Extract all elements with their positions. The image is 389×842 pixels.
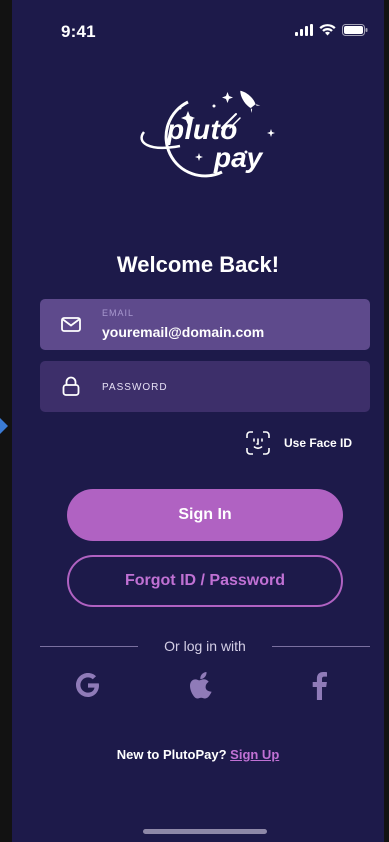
forgot-password-button[interactable]: Forgot ID / Password xyxy=(67,555,343,607)
divider-line-right xyxy=(272,646,370,647)
google-login-button[interactable] xyxy=(72,668,104,702)
lock-icon xyxy=(62,376,80,396)
status-time: 9:41 xyxy=(61,22,96,41)
facebook-login-button[interactable] xyxy=(303,668,335,702)
battery-icon xyxy=(342,24,368,36)
face-id-button[interactable]: Use Face ID xyxy=(246,431,352,455)
home-indicator[interactable] xyxy=(143,829,267,834)
apple-icon xyxy=(190,672,212,699)
sign-up-link[interactable]: Sign Up xyxy=(230,747,279,762)
plutopay-logo: pluto pay xyxy=(130,80,280,180)
email-label: EMAIL xyxy=(102,308,135,318)
face-id-label: Use Face ID xyxy=(284,436,353,450)
mail-icon xyxy=(61,317,81,332)
pointer-indicator-icon xyxy=(0,418,8,434)
status-bar: 9:41 xyxy=(12,0,384,60)
password-field[interactable]: PASSWORD xyxy=(40,361,370,412)
sign-in-button[interactable]: Sign In xyxy=(67,489,343,541)
phone-screen: 9:41 pluto pay Welcome Back! EMAIL youre… xyxy=(12,0,384,842)
password-label: PASSWORD xyxy=(102,382,168,393)
signal-icon xyxy=(295,24,313,36)
face-id-icon xyxy=(246,431,270,455)
wifi-icon xyxy=(319,24,336,36)
page-title: Welcome Back! xyxy=(116,252,280,277)
signup-row: New to PlutoPay? Sign Up xyxy=(12,747,384,762)
status-icons xyxy=(295,24,368,36)
email-value[interactable]: youremail@domain.com xyxy=(102,324,264,340)
apple-login-button[interactable] xyxy=(186,668,218,702)
social-divider: Or log in with xyxy=(40,638,370,656)
google-icon xyxy=(76,673,99,697)
facebook-icon xyxy=(312,672,327,700)
email-field[interactable]: EMAIL youremail@domain.com xyxy=(40,299,370,350)
logo-text-pay: pay xyxy=(214,142,263,173)
signup-prompt: New to PlutoPay? xyxy=(116,747,227,762)
